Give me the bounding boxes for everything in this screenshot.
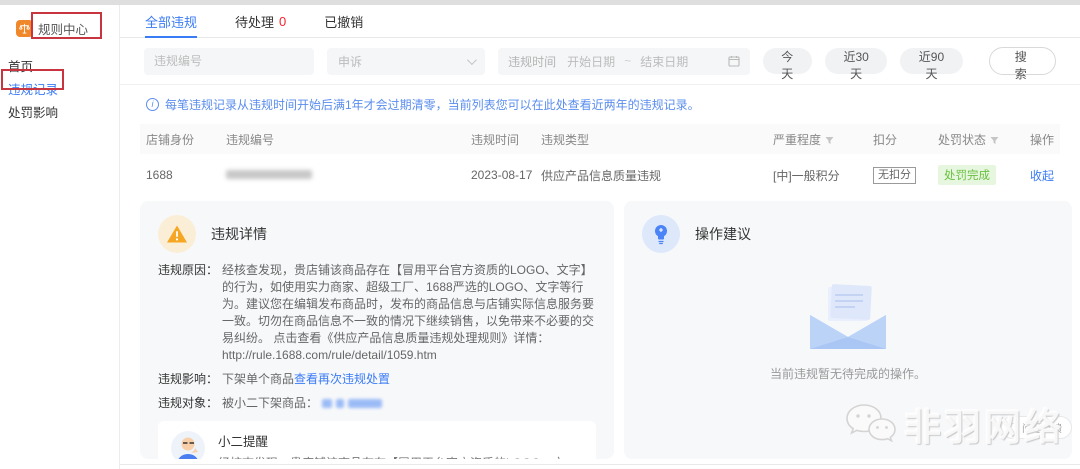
col-penalty-status: 处罚状态 <box>932 124 1024 154</box>
warning-icon <box>158 215 196 253</box>
main-content: 全部违规 待处理 0 已撤销 申诉 违规时间 开始日期 ~ 结束日期 <box>120 5 1080 469</box>
tab-all-violations-label: 全部违规 <box>145 12 197 31</box>
violation-impact-row: 违规影响： 下架单个商品查看再次违规处置 <box>158 371 596 388</box>
cell-deduction: 无扣分 <box>867 154 932 196</box>
expiry-notice: i 每笔违规记录从违规时间开始后满1年才会过期清零，当前列表您可以在此处查看近两… <box>120 85 1080 122</box>
col-actions: 操作 <box>1024 124 1060 154</box>
redacted-product-link[interactable] <box>348 399 382 408</box>
cell-shop-identity: 1688 <box>140 154 220 196</box>
tab-pending[interactable]: 待处理 0 <box>235 5 286 38</box>
appeal-select-value: 申诉 <box>338 53 362 70</box>
staff-reminder-card: 小二提醒 经核查发现，贵店铺该商品存在【冒用平台官方资质的LOGO、文字】的行为… <box>158 421 596 459</box>
expiry-notice-text: 每笔违规记录从违规时间开始后满1年才会过期清零，当前列表您可以在此处查看近两年的… <box>165 96 700 113</box>
sidebar: 规则中心 首页 违规记录 处罚影响 <box>0 5 120 469</box>
rules-center-icon <box>16 20 33 37</box>
sidebar-title: 规则中心 <box>38 19 88 38</box>
col-violation-time: 违规时间 <box>465 124 535 154</box>
feedback-label: 问题反馈 <box>1022 420 1062 435</box>
severity-filter-icon[interactable] <box>825 136 834 145</box>
staff-reminder-text: 经核查发现，贵店铺该商品存在【冒用平台官方资质的LOGO、文字】的行为，如使用实… <box>218 455 582 459</box>
detail-card-header: 违规详情 <box>158 215 596 253</box>
redacted-violation-number <box>226 170 312 179</box>
cell-actions: 收起 <box>1024 154 1060 196</box>
section-divider <box>120 464 1080 465</box>
status-filter-icon[interactable] <box>990 136 999 145</box>
col-violation-number: 违规编号 <box>220 124 465 154</box>
suggestion-empty-text: 当前违规暂无待完成的操作。 <box>770 365 926 382</box>
end-date-input[interactable]: 结束日期 <box>640 53 688 70</box>
sidebar-item-violation-records[interactable]: 违规记录 <box>8 79 119 102</box>
filter-bar: 申诉 违规时间 开始日期 ~ 结束日期 今天 近30天 近90天 搜 索 <box>120 38 1080 85</box>
violation-target-text: 被小二下架商品： <box>222 395 596 412</box>
suggestion-card-title: 操作建议 <box>695 224 751 244</box>
feedback-button[interactable]: 问题反馈 <box>1001 416 1072 439</box>
cell-severity: [中]一般积分 <box>767 154 867 196</box>
table-row: 1688 2023-08-17 供应产品信息质量违规 [中]一般积分 无扣分 处… <box>140 154 1060 196</box>
violation-reason-text: 经核查发现，贵店铺该商品存在【冒用平台官方资质的LOGO、文字】的行为，如使用实… <box>222 262 596 364</box>
calendar-icon[interactable] <box>728 55 740 67</box>
chevron-down-icon <box>467 55 477 65</box>
suggestion-card-header: 操作建议 <box>642 215 1054 253</box>
cell-violation-time: 2023-08-17 <box>465 154 535 196</box>
tab-bar: 全部违规 待处理 0 已撤销 <box>120 5 1080 38</box>
violation-impact-label: 违规影响： <box>158 371 222 388</box>
violation-number-input[interactable] <box>144 48 314 75</box>
violation-target-row: 违规对象： 被小二下架商品： <box>158 395 596 412</box>
deduction-tag: 无扣分 <box>873 167 916 184</box>
cell-penalty-status: 处罚完成 <box>932 154 1024 196</box>
col-shop-identity: 店铺身份 <box>140 124 220 154</box>
tab-revoked-label: 已撤销 <box>324 12 363 31</box>
pending-count-badge: 0 <box>279 14 286 29</box>
col-deduction: 扣分 <box>867 124 932 154</box>
repeat-violation-link[interactable]: 查看再次违规处置 <box>294 372 390 386</box>
redacted-product-link[interactable] <box>336 399 344 408</box>
suggestion-empty-state: 当前违规暂无待完成的操作。 <box>642 283 1054 382</box>
feedback-icon <box>1009 423 1018 432</box>
tab-all-violations[interactable]: 全部违规 <box>145 5 197 38</box>
violation-table: 店铺身份 违规编号 违规时间 违规类型 严重程度 扣分 处罚状态 操作 1688… <box>140 124 1060 196</box>
collapse-row-link[interactable]: 收起 <box>1030 169 1054 183</box>
quick-range-today-button[interactable]: 今天 <box>763 48 812 74</box>
violation-detail-section: 违规详情 违规原因： 经核查发现，贵店铺该商品存在【冒用平台官方资质的LOGO、… <box>120 196 1080 459</box>
tab-revoked[interactable]: 已撤销 <box>324 5 363 38</box>
search-button[interactable]: 搜 索 <box>989 47 1056 75</box>
violation-detail-card: 违规详情 违规原因： 经核查发现，贵店铺该商品存在【冒用平台官方资质的LOGO、… <box>140 201 614 459</box>
table-header-row: 店铺身份 违规编号 违规时间 违规类型 严重程度 扣分 处罚状态 操作 <box>140 124 1060 154</box>
status-badge: 处罚完成 <box>938 165 996 185</box>
redacted-product-link[interactable] <box>322 399 332 408</box>
info-icon: i <box>146 98 159 111</box>
violation-target-label: 违规对象： <box>158 395 222 412</box>
violation-time-range: 违规时间 开始日期 ~ 结束日期 <box>498 48 749 75</box>
tab-pending-label: 待处理 <box>235 12 274 31</box>
col-violation-type: 违规类型 <box>535 124 767 154</box>
appeal-select[interactable]: 申诉 <box>327 48 485 75</box>
sidebar-item-punishment-impact[interactable]: 处罚影响 <box>8 102 119 125</box>
staff-avatar <box>171 431 205 459</box>
lightbulb-icon <box>642 215 680 253</box>
staff-reminder-title: 小二提醒 <box>218 431 582 450</box>
start-date-input[interactable]: 开始日期 <box>567 53 615 70</box>
sidebar-nav: 首页 违规记录 处罚影响 <box>0 38 119 125</box>
cell-violation-type: 供应产品信息质量违规 <box>535 154 767 196</box>
browser-edge-strip <box>0 0 1080 5</box>
cell-violation-number <box>220 154 465 196</box>
violation-impact-text: 下架单个商品查看再次违规处置 <box>222 371 596 388</box>
sidebar-item-home[interactable]: 首页 <box>8 56 119 79</box>
violation-time-label: 违规时间 <box>508 53 556 70</box>
sidebar-header: 规则中心 <box>0 5 119 38</box>
quick-range-90d-button[interactable]: 近90天 <box>900 48 962 74</box>
violation-reason-label: 违规原因： <box>158 262 222 364</box>
rules-center-screen: 规则中心 首页 违规记录 处罚影响 全部违规 待处理 0 已撤销 <box>0 0 1080 469</box>
col-severity: 严重程度 <box>767 124 867 154</box>
empty-envelope-icon <box>804 283 892 353</box>
quick-range-30d-button[interactable]: 近30天 <box>825 48 887 74</box>
range-separator: ~ <box>624 54 631 68</box>
detail-card-title: 违规详情 <box>211 224 267 244</box>
violation-reason-row: 违规原因： 经核查发现，贵店铺该商品存在【冒用平台官方资质的LOGO、文字】的行… <box>158 262 596 364</box>
